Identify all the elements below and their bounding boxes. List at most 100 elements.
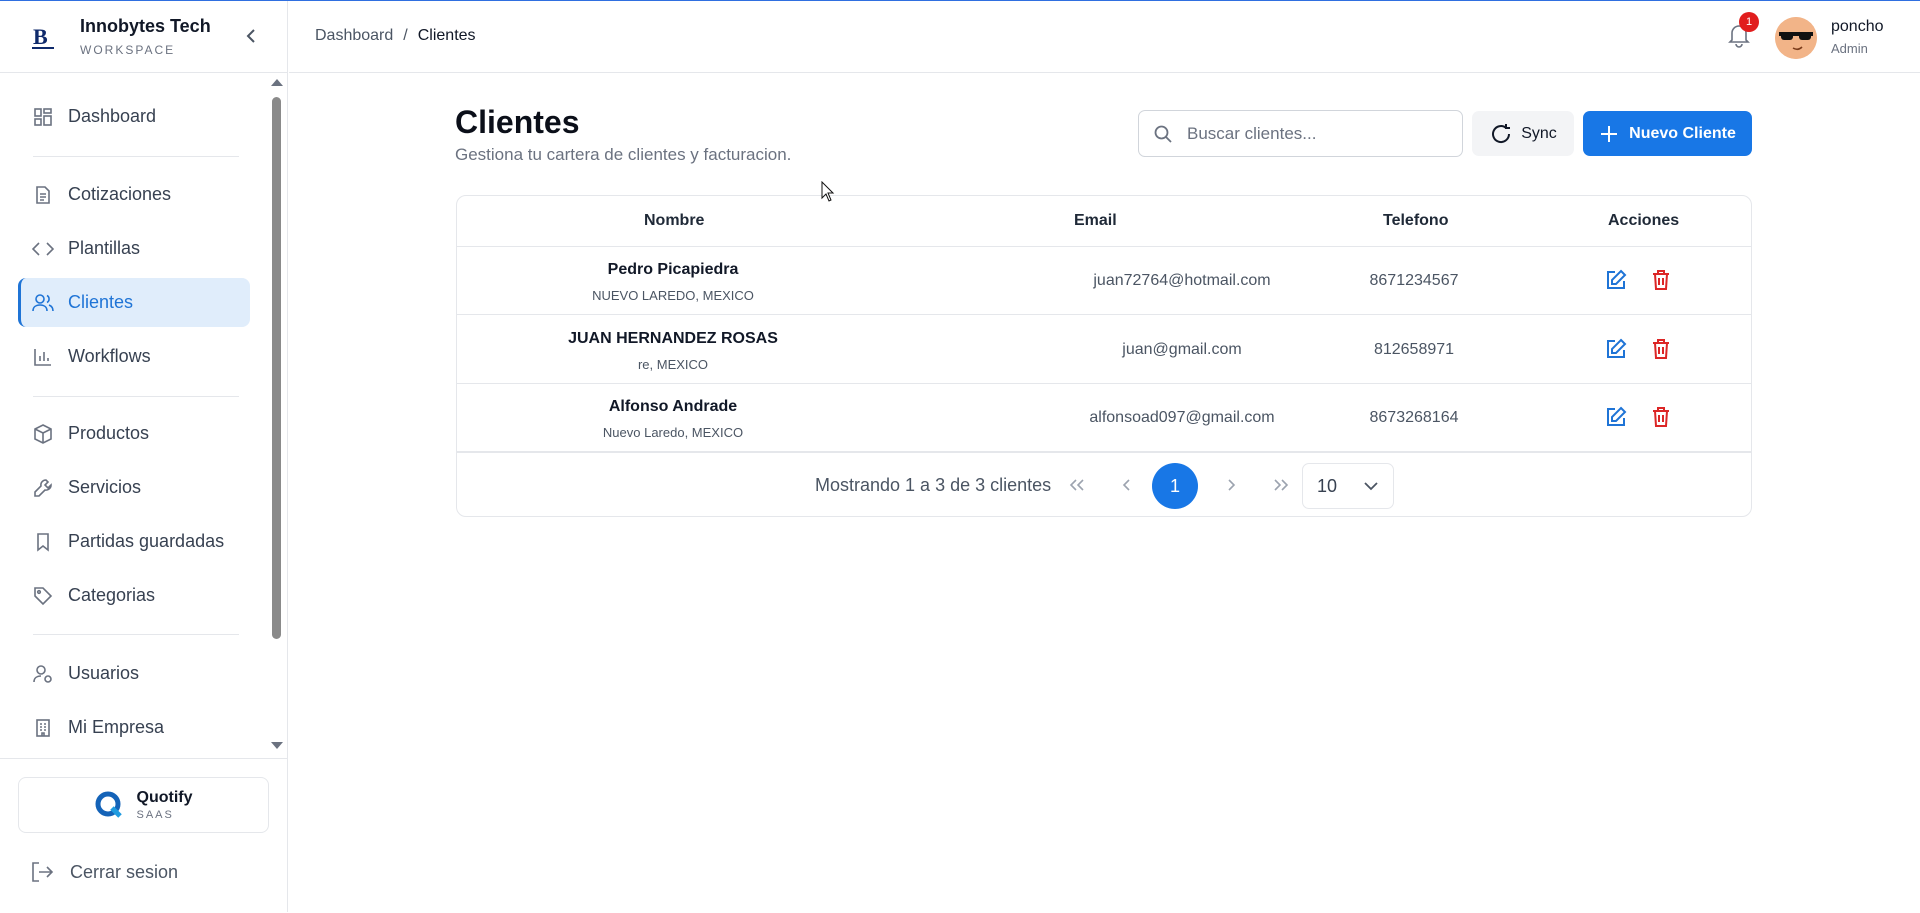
client-email: juan@gmail.com [1122, 341, 1242, 358]
quotify-card[interactable]: Quotify SAAS [18, 777, 269, 833]
edit-icon[interactable] [1605, 269, 1627, 291]
sidebar-item-plantillas[interactable]: Plantillas [18, 224, 250, 273]
client-location: re, MEXICO [637, 357, 709, 372]
sidebar-scrollbar-thumb[interactable] [272, 97, 281, 639]
app-subtitle: SAAS [136, 809, 174, 821]
column-header-phone[interactable]: Telefono [1383, 212, 1448, 230]
breadcrumb-current: Clientes [417, 27, 476, 44]
sidebar-item-usuarios[interactable]: Usuarios [18, 649, 250, 698]
logout-label: Cerrar sesion [70, 861, 179, 882]
top-header: Dashboard / Clientes 1 poncho Admin [289, 1, 1920, 73]
sidebar-item-label: Plantillas [68, 238, 141, 258]
bookmark-icon [32, 531, 54, 553]
breadcrumb-root-link[interactable]: Dashboard [315, 27, 393, 45]
last-page-button[interactable] [1269, 473, 1293, 497]
chevron-left-icon [1122, 479, 1130, 491]
brand-header: B Innobytes Tech WORKSPACE [0, 1, 287, 73]
collapse-sidebar-button[interactable] [242, 25, 260, 47]
sidebar-item-mi-empresa[interactable]: Mi Empresa [18, 703, 250, 752]
client-location: Nuevo Laredo, MEXICO [602, 425, 744, 440]
user-name[interactable]: poncho [1831, 18, 1884, 36]
breadcrumb: Dashboard / Clientes [315, 27, 476, 45]
column-header-name[interactable]: Nombre [644, 212, 704, 230]
pagination-summary: Mostrando 1 a 3 de 3 clientes [815, 475, 1052, 495]
page-number-current[interactable]: 1 [1152, 463, 1198, 509]
mouse-cursor-icon [821, 181, 835, 202]
user-role: Admin [1831, 41, 1868, 56]
plus-icon [1601, 125, 1618, 142]
scroll-up-arrow-icon[interactable] [270, 77, 284, 87]
sidebar-nav: Dashboard Cotizaciones Plantillas Client… [0, 74, 288, 756]
client-name: Pedro Picapiedra [607, 261, 739, 278]
column-header-actions: Acciones [1608, 212, 1680, 229]
breadcrumb-separator: / [403, 27, 408, 44]
chevrons-right-icon [1274, 479, 1289, 491]
trash-icon[interactable] [1650, 269, 1672, 291]
sidebar-item-clientes[interactable]: Clientes [18, 278, 250, 327]
sidebar-item-workflows[interactable]: Workflows [18, 332, 250, 381]
sidebar-item-partidas-guardadas[interactable]: Partidas guardadas [18, 517, 250, 566]
document-icon [32, 184, 54, 206]
refresh-icon [1492, 123, 1511, 143]
chevrons-left-icon [1069, 479, 1084, 491]
sidebar-item-productos[interactable]: Productos [18, 409, 250, 458]
chevron-left-icon [246, 29, 255, 43]
client-location: NUEVO LAREDO, MEXICO [592, 288, 754, 303]
next-page-button[interactable] [1219, 473, 1243, 497]
page-title: Clientes [455, 104, 580, 140]
sidebar-footer: Quotify SAAS Cerrar sesion [0, 758, 288, 913]
client-phone: 812658971 [1373, 341, 1455, 358]
page-subtitle: Gestiona tu cartera de clientes y factur… [455, 145, 792, 164]
client-phone: 8673268164 [1369, 409, 1459, 426]
column-header-email[interactable]: Email [1074, 212, 1117, 230]
edit-icon[interactable] [1605, 406, 1627, 428]
sidebar-item-servicios[interactable]: Servicios [18, 463, 250, 512]
sidebar-item-label: Mi Empresa [68, 717, 165, 737]
sidebar-item-label: Cotizaciones [68, 184, 172, 204]
sidebar-item-label: Categorias [68, 585, 156, 605]
sidebar-item-label: Workflows [68, 346, 151, 366]
sidebar-item-cotizaciones[interactable]: Cotizaciones [18, 170, 250, 219]
trash-icon[interactable] [1650, 338, 1672, 360]
sidebar-item-label: Dashboard [68, 106, 157, 126]
sidebar-item-dashboard[interactable]: Dashboard [18, 92, 250, 141]
scroll-down-arrow-icon[interactable] [270, 741, 284, 751]
new-client-label: Nuevo Cliente [1629, 124, 1736, 142]
logout-button[interactable]: Cerrar sesion [30, 861, 178, 883]
search-box[interactable] [1138, 110, 1463, 157]
brand-name: Innobytes Tech [80, 16, 211, 36]
svg-text:B: B [33, 24, 48, 49]
quotify-logo-icon [95, 791, 122, 818]
nav-divider [33, 396, 239, 397]
nav-divider [33, 634, 239, 635]
per-page-value: 10 [1317, 475, 1338, 496]
first-page-button[interactable] [1065, 473, 1089, 497]
sidebar-item-label: Usuarios [68, 663, 140, 683]
sidebar-item-label: Clientes [68, 292, 134, 312]
search-input[interactable] [1187, 123, 1447, 144]
search-icon [1154, 125, 1172, 143]
wrench-icon [32, 477, 54, 499]
sync-label: Sync [1521, 124, 1557, 142]
app-name: Quotify [136, 789, 193, 806]
per-page-select[interactable]: 10 [1302, 463, 1394, 509]
avatar[interactable] [1775, 17, 1817, 59]
users-icon [32, 292, 54, 314]
sidebar-item-categorias[interactable]: Categorias [18, 571, 250, 620]
prev-page-button[interactable] [1115, 473, 1139, 497]
edit-icon[interactable] [1605, 338, 1627, 360]
clients-table: Nombre Email Telefono Acciones Pedro Pic… [456, 195, 1752, 517]
tag-icon [32, 585, 54, 607]
bar-chart-icon [32, 346, 54, 368]
trash-icon[interactable] [1650, 406, 1672, 428]
new-client-button[interactable]: Nuevo Cliente [1583, 111, 1752, 156]
client-email: juan72764@hotmail.com [1093, 272, 1271, 289]
building-icon [32, 717, 54, 739]
sync-button[interactable]: Sync [1472, 111, 1574, 156]
avatar-face-icon [1775, 17, 1817, 59]
sidebar-item-label: Partidas guardadas [68, 531, 225, 551]
sidebar-item-label: Productos [68, 423, 150, 443]
sidebar: B Innobytes Tech WORKSPACE Dashboard Cot… [0, 1, 288, 912]
box-icon [32, 423, 54, 445]
client-phone: 8671234567 [1369, 272, 1459, 289]
